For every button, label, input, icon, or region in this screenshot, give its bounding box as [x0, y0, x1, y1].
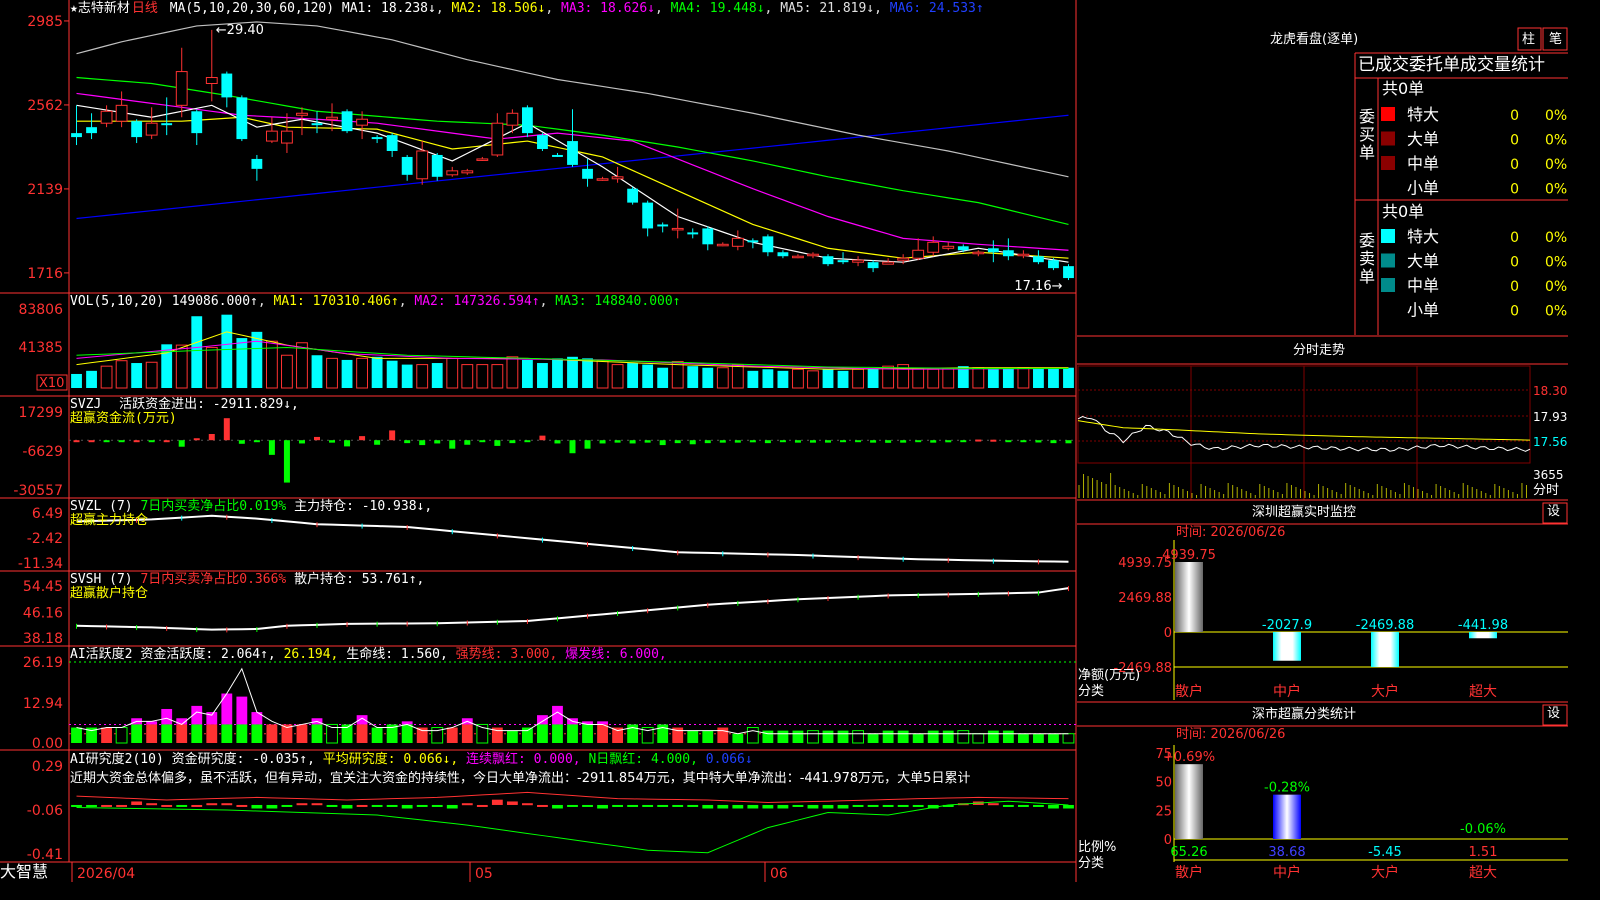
sz-class-title: 深市超赢分类统计	[1252, 707, 1357, 722]
sz-monitor-xtitle: 分类	[1078, 684, 1105, 699]
sz-monitor-category: 大户	[1371, 683, 1399, 700]
sz-class-top-label: +0.69%	[1163, 750, 1215, 765]
sz-monitor-ytitle: 净额(万元)	[1078, 668, 1141, 683]
sz-class-top-label: -0.28%	[1264, 781, 1310, 796]
sz-class-xtitle: 分类	[1078, 856, 1105, 871]
sz-class-category: 散户	[1175, 864, 1203, 881]
sz-monitor-bar-body	[1273, 632, 1301, 661]
sell-side-label: 委卖单	[1358, 231, 1375, 286]
buy-row-name: 特大	[1407, 105, 1439, 124]
tab-tick[interactable]: 笔	[1549, 32, 1562, 48]
sell-row-pct: 0%	[1545, 279, 1567, 295]
intraday-tick: 17.93	[1533, 410, 1567, 424]
sell-row-count: 0	[1510, 230, 1519, 246]
intraday-tick: 17.56	[1533, 435, 1567, 449]
sz-monitor-value: -441.98	[1458, 618, 1508, 633]
sz-class-bar[interactable]	[1273, 794, 1301, 839]
sell-row-swatch	[1381, 278, 1395, 292]
sz-class-bar[interactable]	[1175, 764, 1203, 839]
sz-class-ytitle: 比例%	[1078, 840, 1117, 855]
buy-row-swatch	[1381, 131, 1395, 146]
sell-row-name: 中单	[1407, 276, 1439, 295]
sell-row-pct: 0%	[1545, 304, 1567, 320]
sell-row-swatch	[1381, 253, 1395, 268]
sz-monitor-ytick: 2469.88	[1118, 591, 1172, 606]
intraday-unit: 分时	[1533, 483, 1560, 498]
sz-monitor-settings[interactable]: 设	[1547, 504, 1560, 520]
sz-monitor-category: 中户	[1273, 683, 1301, 700]
sz-class-time: 时间: 2026/06/26	[1176, 727, 1286, 742]
dragon-title: 龙虎看盘(逐单)	[1270, 32, 1359, 47]
sz-monitor-bar[interactable]	[1371, 632, 1399, 668]
sell-row-name: 大单	[1407, 252, 1439, 271]
sz-monitor-value: 4939.75	[1162, 548, 1216, 563]
sz-class-settings[interactable]: 设	[1547, 706, 1560, 722]
sell-row-swatch	[1381, 229, 1395, 243]
buy-row-name: 中单	[1407, 154, 1439, 173]
buy-side-label: 委买单	[1358, 107, 1375, 162]
sz-class-category: 大户	[1371, 864, 1399, 881]
buy-row-pct: 0%	[1545, 182, 1567, 198]
sell-row-name: 特大	[1407, 227, 1439, 246]
buy-row-pct: 0%	[1545, 108, 1567, 124]
sell-total: 共0单	[1382, 202, 1425, 221]
sz-monitor-bar[interactable]	[1175, 562, 1203, 632]
sell-row-count: 0	[1510, 279, 1519, 295]
sz-class-value: 38.68	[1268, 845, 1305, 860]
sz-class-top-label: -0.06%	[1460, 822, 1506, 837]
sz-class-category: 超大	[1469, 865, 1497, 881]
sz-class-ytick: 25	[1155, 804, 1172, 819]
sz-monitor-bar-body	[1175, 562, 1203, 632]
buy-row-pct: 0%	[1545, 133, 1567, 149]
sell-row-count: 0	[1510, 255, 1519, 271]
sell-row-name: 小单	[1407, 301, 1439, 320]
buy-row-count: 0	[1510, 182, 1519, 198]
buy-row-swatch	[1381, 107, 1395, 121]
right-panel: 特大 0 0% 大单 0 0% 中单 0 0% 小单 0 0% 特大 0 0% 大单 0 0% 中单 0 0% 小单 0 0%…	[1077, 27, 1568, 881]
buy-total: 共0单	[1382, 79, 1425, 98]
buy-row-pct: 0%	[1545, 157, 1567, 173]
sz-monitor-time: 时间: 2026/06/26	[1176, 525, 1286, 540]
sz-monitor-bar-body	[1371, 632, 1399, 668]
sz-monitor-value: -2469.88	[1356, 618, 1414, 633]
sz-monitor-ytick: 0	[1164, 626, 1172, 641]
sz-monitor-value: -2027.9	[1262, 618, 1312, 633]
intraday-title[interactable]: 分时走势	[1293, 343, 1345, 359]
buy-row-count: 0	[1510, 108, 1519, 124]
intraday-vol-tick: 3655	[1533, 468, 1564, 482]
sz-class-value: 65.26	[1170, 845, 1207, 860]
intraday-tick: 18.30	[1533, 384, 1567, 398]
sell-row-count: 0	[1510, 304, 1519, 320]
sell-row-pct: 0%	[1545, 255, 1567, 271]
sz-monitor-title: 深圳超赢实时监控	[1252, 505, 1357, 520]
dragon-subtitle: 已成交委托单成交量统计	[1358, 55, 1545, 75]
sz-monitor-category: 超大	[1469, 684, 1497, 700]
sz-class-ytick: 50	[1155, 776, 1172, 791]
tab-bar-chart[interactable]: 柱	[1522, 32, 1535, 48]
buy-row-count: 0	[1510, 157, 1519, 173]
buy-row-name: 大单	[1407, 130, 1439, 149]
sz-monitor-category: 散户	[1175, 683, 1203, 700]
sz-class-value: -5.45	[1368, 845, 1402, 860]
sz-monitor-bar[interactable]	[1273, 632, 1301, 661]
buy-row-name: 小单	[1407, 179, 1439, 198]
buy-row-swatch	[1381, 156, 1395, 170]
sell-row-pct: 0%	[1545, 230, 1567, 246]
sz-class-value: 1.51	[1469, 845, 1498, 860]
buy-row-count: 0	[1510, 133, 1519, 149]
sz-class-category: 中户	[1273, 864, 1301, 881]
